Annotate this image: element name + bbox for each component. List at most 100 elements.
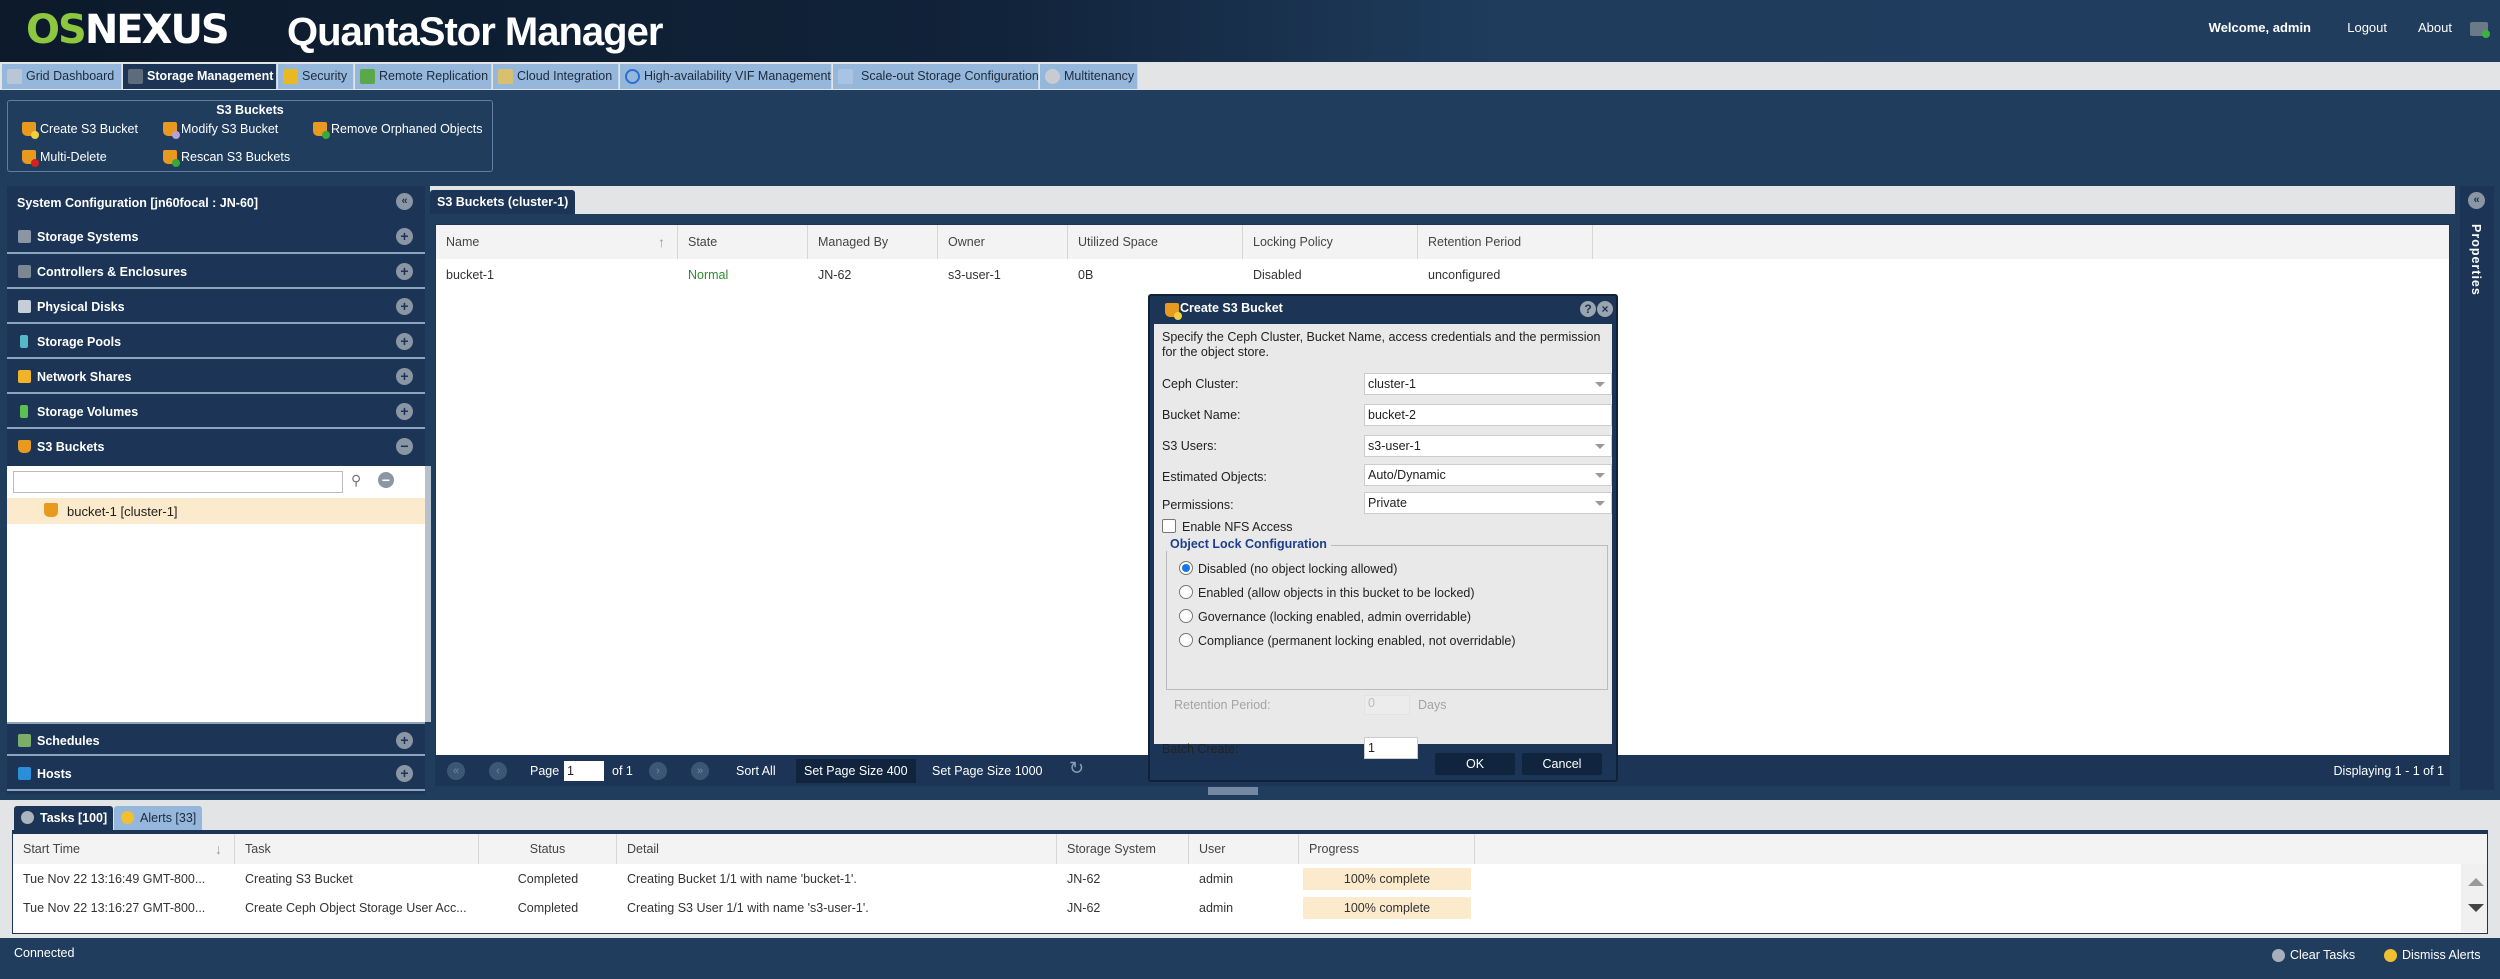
lock-enabled-radio[interactable] bbox=[1179, 585, 1193, 599]
scroll-up-icon[interactable] bbox=[2468, 878, 2484, 886]
properties-label[interactable]: Properties bbox=[2469, 224, 2483, 296]
dismiss-alerts-icon bbox=[2384, 949, 2397, 962]
first-page-icon[interactable]: « bbox=[447, 762, 465, 780]
object-lock-legend: Object Lock Configuration bbox=[1166, 537, 1331, 551]
prev-page-icon[interactable]: ‹ bbox=[489, 762, 507, 780]
scroll-down-icon[interactable] bbox=[2468, 904, 2484, 912]
tab-remote-replication[interactable]: Remote Replication bbox=[355, 64, 492, 89]
column-header-status[interactable]: Status bbox=[479, 834, 617, 864]
tree-item-bucket-1[interactable]: bucket-1 [cluster-1] bbox=[7, 498, 425, 524]
help-icon[interactable]: ? bbox=[1580, 301, 1596, 317]
set-page-size-400-button[interactable]: Set Page Size 400 bbox=[796, 759, 916, 783]
column-header-start-time[interactable]: Start Time ↓ bbox=[13, 834, 235, 864]
accordion-network-shares[interactable]: Network Shares + bbox=[7, 360, 425, 394]
modify-s3-bucket-button[interactable]: Modify S3 Bucket bbox=[163, 120, 278, 139]
column-header-progress[interactable]: Progress bbox=[1299, 834, 1475, 864]
column-header-task[interactable]: Task bbox=[235, 834, 479, 864]
last-page-icon[interactable]: » bbox=[691, 762, 709, 780]
tasks-scrollbar[interactable] bbox=[2461, 864, 2487, 932]
tab-cloud-integration[interactable]: Cloud Integration bbox=[493, 64, 619, 89]
tree-search-input[interactable] bbox=[13, 471, 343, 493]
accordion-physical-disks[interactable]: Physical Disks + bbox=[7, 290, 425, 324]
collapse-icon[interactable]: − bbox=[396, 438, 413, 455]
remove-orphaned-objects-button[interactable]: Remove Orphaned Objects bbox=[313, 120, 482, 139]
lock-disabled-radio[interactable] bbox=[1179, 561, 1193, 575]
accordion-storage-volumes[interactable]: Storage Volumes + bbox=[7, 395, 425, 429]
clear-filter-icon[interactable]: − bbox=[378, 472, 394, 488]
ceph-cluster-select[interactable]: cluster-1 bbox=[1364, 373, 1612, 395]
accordion-schedules[interactable]: Schedules + bbox=[7, 722, 425, 756]
tab-storage-management[interactable]: Storage Management bbox=[123, 64, 277, 89]
expand-icon[interactable]: + bbox=[396, 403, 413, 420]
search-icon[interactable]: ⚲ bbox=[351, 472, 361, 489]
enable-nfs-access-checkbox[interactable] bbox=[1162, 519, 1176, 533]
expand-icon[interactable]: + bbox=[396, 228, 413, 245]
tab-scaleout-storage[interactable]: Scale-out Storage Configuration bbox=[833, 64, 1039, 89]
clear-tasks-button[interactable]: Clear Tasks bbox=[2272, 948, 2355, 962]
panel-splitter-handle[interactable] bbox=[1208, 787, 1258, 795]
sort-all-button[interactable]: Sort All bbox=[736, 762, 776, 780]
column-header-storage-system[interactable]: Storage System bbox=[1057, 834, 1189, 864]
column-header-owner[interactable]: Owner bbox=[938, 225, 1068, 259]
column-header-detail[interactable]: Detail bbox=[617, 834, 1057, 864]
estimated-objects-select[interactable]: Auto/Dynamic bbox=[1364, 464, 1612, 486]
tab-security[interactable]: Security bbox=[278, 64, 354, 89]
column-header-name[interactable]: Name ↑ bbox=[436, 225, 678, 259]
lock-governance-label[interactable]: Governance (locking enabled, admin overr… bbox=[1198, 610, 1471, 624]
retention-period-input[interactable]: 0 bbox=[1364, 695, 1410, 715]
column-header-state[interactable]: State bbox=[678, 225, 808, 259]
about-link[interactable]: About bbox=[2418, 20, 2452, 35]
page-number-input[interactable] bbox=[564, 761, 604, 781]
accordion-storage-pools[interactable]: Storage Pools + bbox=[7, 325, 425, 359]
multi-delete-button[interactable]: Multi-Delete bbox=[22, 148, 107, 167]
dismiss-alerts-button[interactable]: Dismiss Alerts bbox=[2384, 948, 2480, 962]
column-header-user[interactable]: User bbox=[1189, 834, 1299, 864]
lock-governance-radio[interactable] bbox=[1179, 609, 1193, 623]
batch-create-input[interactable]: 1 bbox=[1364, 737, 1418, 759]
pool-icon bbox=[20, 335, 28, 348]
cell-state: Normal bbox=[688, 268, 729, 282]
lock-enabled-label[interactable]: Enabled (allow objects in this bucket to… bbox=[1198, 586, 1475, 600]
enable-nfs-access-label[interactable]: Enable NFS Access bbox=[1182, 520, 1292, 534]
tab-multitenancy[interactable]: Multitenancy bbox=[1040, 64, 1138, 89]
ok-button[interactable]: OK bbox=[1435, 753, 1515, 775]
accordion-hosts[interactable]: Hosts + bbox=[7, 757, 425, 791]
tab-s3-buckets-cluster[interactable]: S3 Buckets (cluster-1) bbox=[430, 190, 576, 214]
tab-ha-vif-management[interactable]: High-availability VIF Management bbox=[620, 64, 832, 89]
tab-tasks[interactable]: Tasks [100] bbox=[14, 806, 114, 830]
logout-link[interactable]: Logout bbox=[2347, 20, 2387, 35]
expand-icon[interactable]: + bbox=[396, 298, 413, 315]
lock-compliance-radio[interactable] bbox=[1179, 633, 1193, 647]
column-header-retention-period[interactable]: Retention Period bbox=[1418, 225, 1593, 259]
accordion-s3-buckets[interactable]: S3 Buckets − bbox=[7, 430, 425, 464]
lock-compliance-label[interactable]: Compliance (permanent locking enabled, n… bbox=[1198, 634, 1516, 648]
expand-icon[interactable]: + bbox=[396, 368, 413, 385]
accordion-controllers-enclosures[interactable]: Controllers & Enclosures + bbox=[7, 255, 425, 289]
refresh-icon[interactable]: ↻ bbox=[1069, 759, 1084, 777]
expand-icon[interactable]: + bbox=[396, 732, 413, 749]
accordion-storage-systems[interactable]: Storage Systems + bbox=[7, 220, 425, 254]
expand-icon[interactable]: + bbox=[396, 263, 413, 280]
permissions-select[interactable]: Private bbox=[1364, 492, 1612, 514]
tab-grid-dashboard[interactable]: Grid Dashboard bbox=[2, 64, 122, 89]
column-header-managed-by[interactable]: Managed By bbox=[808, 225, 938, 259]
collapse-left-panel-button[interactable]: « bbox=[396, 193, 413, 210]
cell-status: Completed bbox=[517, 901, 579, 915]
lock-disabled-label[interactable]: Disabled (no object locking allowed) bbox=[1198, 562, 1397, 576]
column-header-utilized-space[interactable]: Utilized Space bbox=[1068, 225, 1243, 259]
rescan-s3-buckets-button[interactable]: Rescan S3 Buckets bbox=[163, 148, 290, 167]
expand-icon[interactable]: + bbox=[396, 765, 413, 782]
expand-properties-button[interactable]: « bbox=[2468, 192, 2485, 209]
expand-icon[interactable]: + bbox=[396, 333, 413, 350]
create-s3-bucket-button[interactable]: Create S3 Bucket bbox=[22, 120, 138, 139]
next-page-icon[interactable]: › bbox=[649, 762, 667, 780]
s3-users-select[interactable]: s3-user-1 bbox=[1364, 435, 1612, 457]
tab-alerts[interactable]: Alerts [33] bbox=[114, 806, 203, 830]
bucket-name-input[interactable]: bucket-2 bbox=[1364, 404, 1612, 426]
set-page-size-1000-button[interactable]: Set Page Size 1000 bbox=[932, 762, 1043, 780]
system-status-icon[interactable] bbox=[2470, 22, 2490, 38]
close-icon[interactable]: × bbox=[1597, 301, 1613, 317]
column-header-locking-policy[interactable]: Locking Policy bbox=[1243, 225, 1418, 259]
cancel-button[interactable]: Cancel bbox=[1522, 753, 1602, 775]
page-label: Page bbox=[530, 764, 560, 778]
